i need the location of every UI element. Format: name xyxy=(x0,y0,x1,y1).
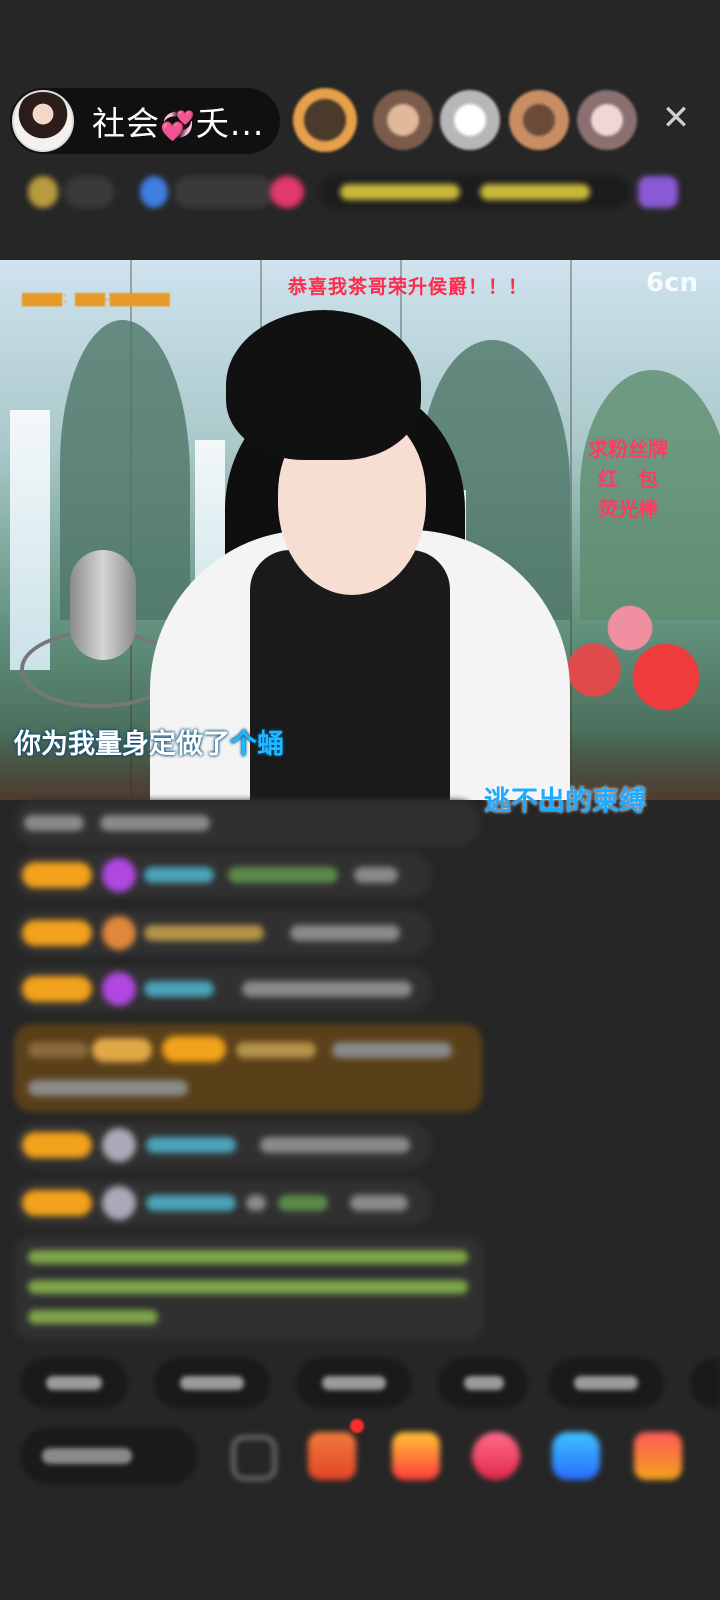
chat-icon[interactable] xyxy=(232,1436,276,1480)
chat-message xyxy=(14,800,480,846)
host-avatar[interactable] xyxy=(12,90,74,152)
request-line: 荧光棒 xyxy=(598,497,658,521)
lyric-text: 你为我量身定做了 xyxy=(14,729,230,760)
chat-input[interactable] xyxy=(20,1428,198,1484)
quick-reply-chip[interactable] xyxy=(690,1358,720,1408)
top-viewer-avatar[interactable] xyxy=(293,88,357,152)
chat-message xyxy=(14,910,432,956)
top-viewer-avatar[interactable] xyxy=(440,90,500,150)
now-playing-blurred: ▇▇▇▇：▇▇▇-▇▇▇▇▇▇ xyxy=(22,292,170,307)
chat-message xyxy=(14,852,432,898)
gift-icon[interactable] xyxy=(634,1432,682,1480)
host-name-text: 社会 xyxy=(92,104,160,143)
room-info-row[interactable] xyxy=(20,168,692,216)
request-list: 求粉丝牌 红 包 荧光棒 xyxy=(578,434,678,524)
quick-reply-chip[interactable] xyxy=(548,1358,664,1408)
request-line: 求粉丝牌 xyxy=(588,437,668,461)
redpacket-icon[interactable] xyxy=(392,1432,440,1480)
lyric-text-highlight: 个 xyxy=(230,729,257,760)
heart-icon: 💞 xyxy=(160,109,196,142)
top-viewer-avatar[interactable] xyxy=(373,90,433,150)
chat-message xyxy=(14,1122,432,1168)
quick-reply-chip[interactable] xyxy=(296,1358,412,1408)
host-name: 社会💞夭... xyxy=(92,97,264,145)
request-line: 红 包 xyxy=(598,467,658,491)
watermark-logo: 6cn xyxy=(646,268,699,298)
quick-reply-chip[interactable] xyxy=(20,1358,128,1408)
top-viewer-avatar[interactable] xyxy=(577,90,637,150)
chat-message xyxy=(14,966,432,1012)
notification-dot xyxy=(350,1419,364,1433)
live-video[interactable] xyxy=(0,260,720,800)
quick-reply-chip[interactable] xyxy=(438,1358,528,1408)
host-info-pill[interactable]: 社会💞夭... xyxy=(10,88,280,154)
system-notice xyxy=(14,1236,484,1340)
quick-reply-chip[interactable] xyxy=(154,1358,270,1408)
host-name-suffix: 夭... xyxy=(195,104,265,143)
more-icon[interactable] xyxy=(552,1432,600,1480)
chat-message-highlight xyxy=(14,1024,482,1112)
chat-message xyxy=(14,1180,432,1226)
close-icon[interactable]: ✕ xyxy=(658,100,694,136)
lyric-line: 你为我量身定做了个蛹 xyxy=(14,722,284,761)
top-viewer-avatar[interactable] xyxy=(509,90,569,150)
microphone xyxy=(70,550,136,660)
lyric-line: 逃不出的束缚 xyxy=(484,786,646,817)
fan-badge-icon[interactable] xyxy=(472,1432,520,1480)
lyric-text-highlight: 蛹 xyxy=(257,729,284,760)
game-icon[interactable] xyxy=(308,1432,356,1480)
congrats-banner: 恭喜我茶哥荣升侯爵！！！ xyxy=(288,276,529,298)
